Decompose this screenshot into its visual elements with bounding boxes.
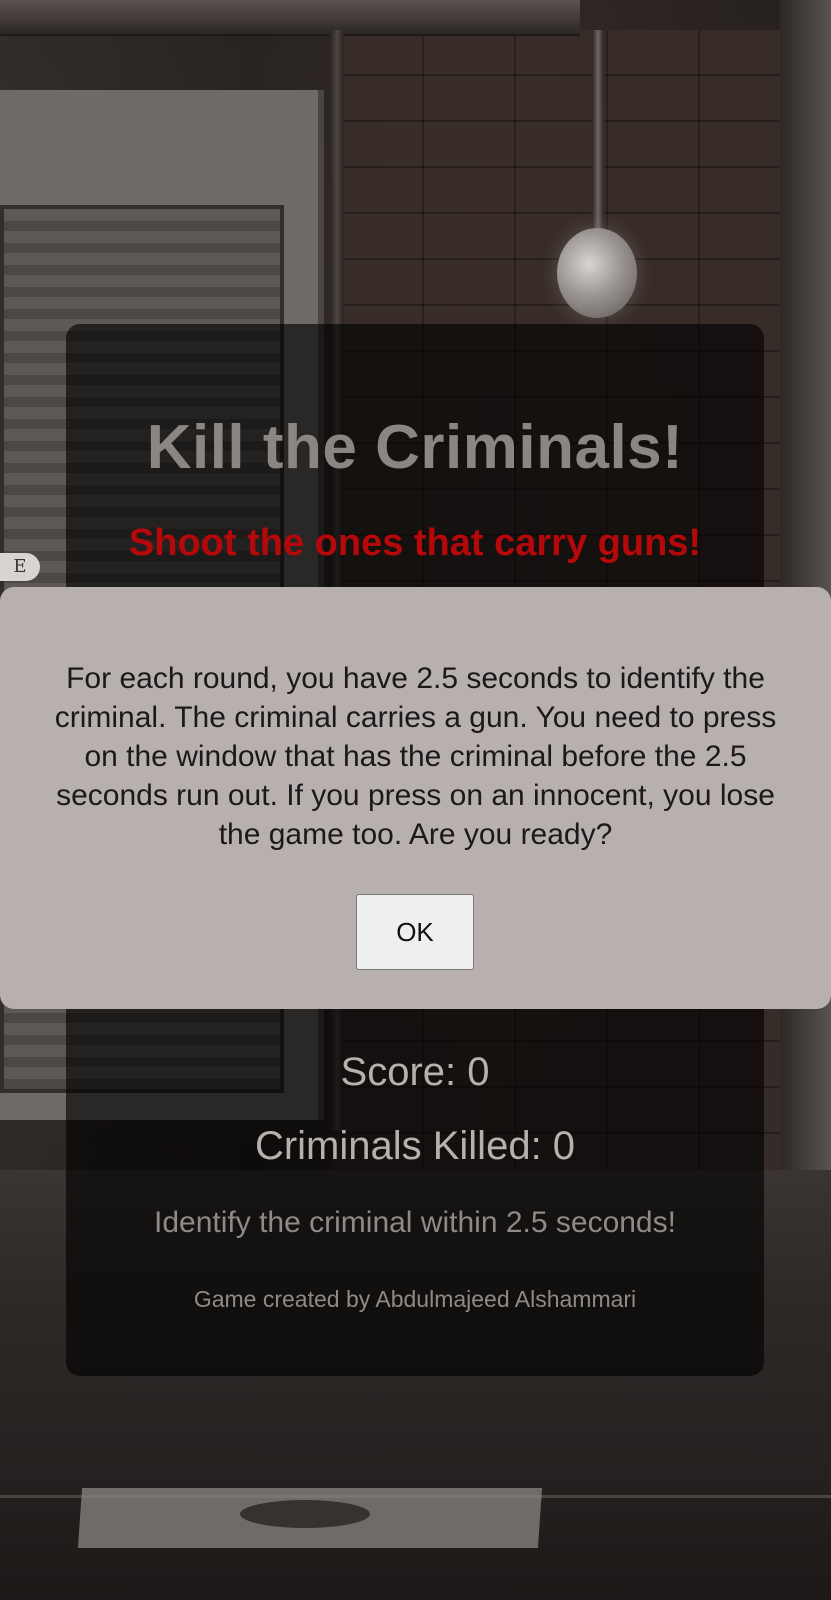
credit-text: Game created by Abdulmajeed Alshammari bbox=[193, 1286, 637, 1312]
game-subtitle: Shoot the ones that carry guns! bbox=[128, 522, 702, 564]
ceiling-pipe bbox=[0, 0, 580, 36]
floor-stain bbox=[240, 1500, 370, 1528]
dialog-message: For each round, you have 2.5 seconds to … bbox=[54, 662, 777, 851]
ok-button[interactable]: OK bbox=[356, 894, 474, 970]
score-display: Score: 0 bbox=[340, 1050, 490, 1094]
bulb-cord bbox=[592, 30, 604, 230]
criminals-killed-display: Criminals Killed: 0 bbox=[254, 1124, 576, 1168]
game-title: Kill the Criminals! bbox=[146, 413, 684, 482]
side-sign: E bbox=[0, 553, 40, 581]
instructions-dialog: For each round, you have 2.5 seconds to … bbox=[0, 587, 831, 1009]
hint-text: Identify the criminal within 2.5 seconds… bbox=[154, 1206, 676, 1239]
light-bulb-icon bbox=[557, 228, 637, 318]
